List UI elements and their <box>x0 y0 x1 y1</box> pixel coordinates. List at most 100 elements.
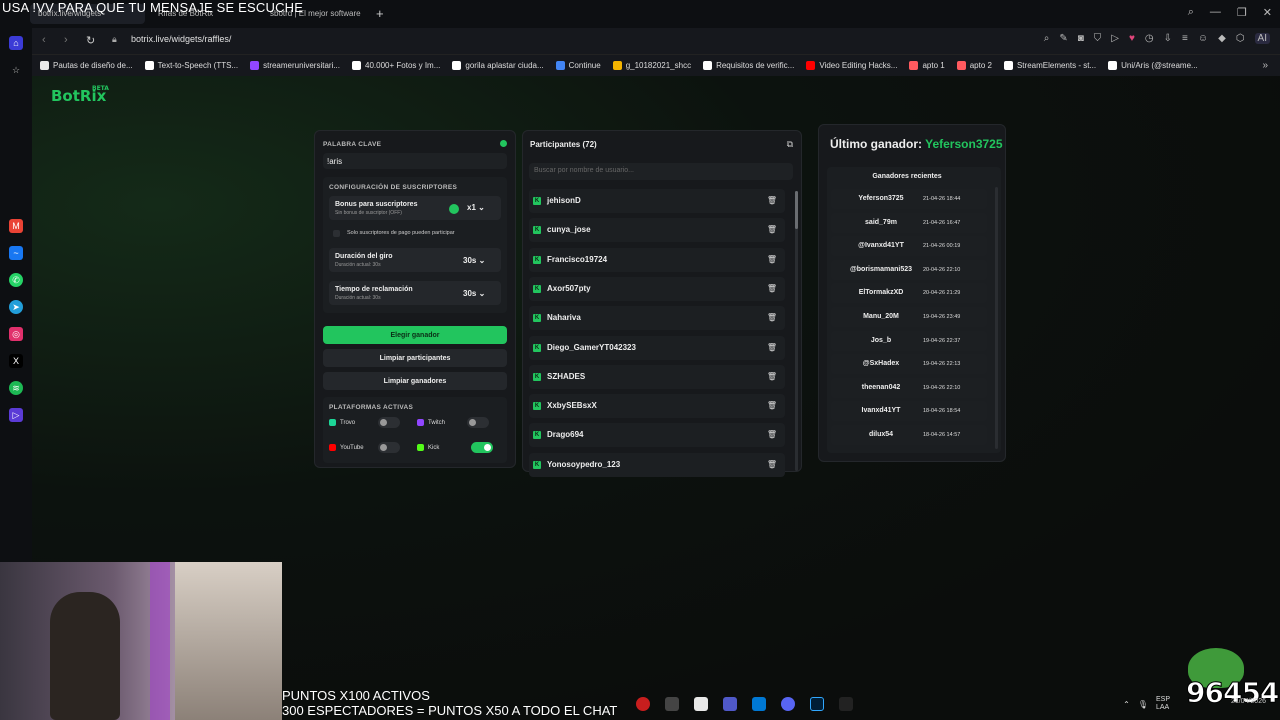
participant-row[interactable]: Kcunya_jose 🗑︎ <box>529 218 785 243</box>
discord-taskbar-icon[interactable] <box>781 697 795 711</box>
chevron-up-icon[interactable]: ⌃ <box>1123 700 1130 709</box>
participants-scroll-thumb[interactable] <box>795 191 798 229</box>
kick-toggle[interactable] <box>471 442 493 453</box>
participant-row[interactable]: K Francisco19724 🗑︎ <box>529 247 785 272</box>
app-taskbar-icon[interactable] <box>665 697 679 711</box>
spin-select[interactable]: 30s ⌄ <box>463 256 485 265</box>
bookmark-item[interactable]: Requisitos de verific... <box>703 61 794 70</box>
trash-icon[interactable]: 🗑︎ <box>767 343 777 352</box>
winner-date: 19-04-26 22:10 <box>923 384 961 391</box>
bonus-select[interactable]: x1 ⌄ <box>467 203 485 212</box>
cube-icon[interactable]: ⬡ <box>1236 33 1245 44</box>
clear-winners-button[interactable]: Limpiar ganadores <box>323 372 507 390</box>
bookmark-item[interactable]: apto 2 <box>956 61 992 70</box>
language-indicator[interactable]: ESP LAA <box>1156 696 1170 712</box>
maximize-icon[interactable]: ❐ <box>1237 6 1247 19</box>
twitch-toggle[interactable] <box>467 417 489 428</box>
minimize-icon[interactable]: — <box>1210 6 1221 19</box>
x-icon[interactable]: X <box>9 354 23 368</box>
bookmark-item[interactable]: apto 1 <box>909 61 945 70</box>
winners-scrollbar[interactable] <box>995 187 998 449</box>
claim-select[interactable]: 30s ⌄ <box>463 289 485 298</box>
participant-row[interactable]: KjehisonD 🗑︎ <box>529 189 785 213</box>
bookmark-item[interactable]: g_10182021_shcc <box>612 61 691 70</box>
paid-only-checkbox[interactable] <box>333 230 340 237</box>
participant-row[interactable]: K Axor507pty 🗑︎ <box>529 276 785 301</box>
new-tab-icon[interactable]: + <box>376 6 384 21</box>
trash-icon[interactable]: 🗑︎ <box>767 460 777 469</box>
keyword-input[interactable]: !aris <box>327 157 342 166</box>
ai-button[interactable]: AI <box>1254 33 1270 44</box>
bookmark-item[interactable]: Pautas de diseño de... <box>40 61 133 70</box>
copy-icon[interactable]: ⧉ <box>787 139 793 150</box>
bookmark-item[interactable]: Text-to-Speech (TTS... <box>144 61 238 70</box>
trash-icon[interactable]: 🗑︎ <box>767 196 777 205</box>
mic-icon[interactable]: 🎙︎ <box>1138 700 1148 709</box>
edit-icon[interactable]: ✎ <box>1059 33 1067 44</box>
trash-icon[interactable]: 🗑︎ <box>767 313 777 322</box>
gmail-icon[interactable]: M <box>9 219 23 233</box>
botrix-logo[interactable]: BotRix BETA <box>51 85 109 105</box>
history-icon[interactable]: ◷ <box>1145 33 1154 44</box>
heart-icon[interactable]: ♥ <box>1129 33 1135 44</box>
trash-icon[interactable]: 🗑︎ <box>767 401 777 410</box>
teams-taskbar-icon[interactable] <box>723 697 737 711</box>
trash-icon[interactable]: 🗑︎ <box>767 225 777 234</box>
profile-icon[interactable]: ☺ <box>1198 33 1208 44</box>
messenger-icon[interactable]: ~ <box>9 246 23 260</box>
file-taskbar-icon[interactable] <box>694 697 708 711</box>
home-icon[interactable]: ⌂ <box>9 36 23 50</box>
info-icon[interactable] <box>449 204 459 214</box>
menu-icon[interactable]: ≡ <box>1182 33 1188 44</box>
bookmark-item[interactable]: Video Editing Hacks... <box>806 61 897 70</box>
trash-icon[interactable]: 🗑︎ <box>767 430 777 439</box>
more-bookmarks-icon[interactable]: » <box>1262 60 1268 71</box>
keyword-input-box[interactable]: !aris <box>323 153 507 169</box>
reload-icon[interactable]: ↻ <box>86 34 95 47</box>
bookmark-item[interactable]: streameruniversitari... <box>250 61 340 70</box>
participants-scrollbar[interactable] <box>795 191 798 471</box>
whatsapp-icon[interactable]: ✆ <box>9 273 23 287</box>
send-icon[interactable]: ▷ <box>1111 33 1119 44</box>
bookmark-item[interactable]: 40.000+ Fotos y Im... <box>352 61 440 70</box>
player-icon[interactable]: ▷ <box>9 408 23 422</box>
participant-search-box[interactable]: Buscar por nombre de usuario... <box>529 163 793 180</box>
download-icon[interactable]: ⇩ <box>1164 33 1172 44</box>
bookmark-item[interactable]: Continue <box>555 61 601 70</box>
participant-search-input[interactable]: Buscar por nombre de usuario... <box>534 167 634 174</box>
trash-icon[interactable]: 🗑︎ <box>767 284 777 293</box>
game-taskbar-icon[interactable] <box>839 697 853 711</box>
bookmark-label: apto 1 <box>922 61 945 70</box>
shield-icon[interactable]: ⛉ <box>1094 33 1102 44</box>
extension-icon[interactable]: ◆ <box>1218 33 1226 44</box>
participant-row[interactable]: K Yonosoypedro_123 🗑︎ <box>529 452 785 477</box>
close-icon[interactable]: ✕ <box>1263 6 1272 19</box>
opera-taskbar-icon[interactable] <box>636 697 650 711</box>
back-icon[interactable]: ‹ <box>42 34 46 46</box>
bookmark-item[interactable]: StreamElements - st... <box>1003 61 1096 70</box>
youtube-toggle[interactable] <box>378 442 400 453</box>
bookmark-item[interactable]: Uni/Aris (@streame... <box>1108 61 1198 70</box>
instagram-icon[interactable]: ◎ <box>9 327 23 341</box>
participant-row[interactable]: K XxbySEBsxX 🗑︎ <box>529 394 785 419</box>
participant-row[interactable]: K Drago694 🗑︎ <box>529 423 785 448</box>
store-taskbar-icon[interactable] <box>752 697 766 711</box>
spotify-icon[interactable]: ≋ <box>9 381 23 395</box>
participant-row[interactable]: K SZHADES 🗑︎ <box>529 364 785 389</box>
search-icon[interactable]: ⌕ <box>1044 33 1050 44</box>
forward-icon[interactable]: › <box>64 34 68 46</box>
trash-icon[interactable]: 🗑︎ <box>767 255 777 264</box>
camera-icon[interactable]: ◙ <box>1078 33 1084 44</box>
clear-participants-button[interactable]: Limpiar participantes <box>323 349 507 367</box>
participant-row[interactable]: K Diego_GamerYT042323 🗑︎ <box>529 335 785 360</box>
photoshop-taskbar-icon[interactable] <box>810 697 824 711</box>
bookmark-item[interactable]: gorila aplastar ciuda... <box>452 61 544 70</box>
url-input[interactable]: botrix.live/widgets/raffles/ <box>131 34 231 44</box>
trash-icon[interactable]: 🗑︎ <box>767 372 777 381</box>
search-tabs-icon[interactable]: ⌕ <box>1188 6 1194 19</box>
trovo-toggle[interactable] <box>378 417 400 428</box>
participant-row[interactable]: K Nahariva 🗑︎ <box>529 306 785 331</box>
star-icon[interactable]: ☆ <box>9 63 23 77</box>
telegram-icon[interactable]: ➤ <box>9 300 23 314</box>
pick-winner-button[interactable]: Elegir ganador <box>323 326 507 344</box>
